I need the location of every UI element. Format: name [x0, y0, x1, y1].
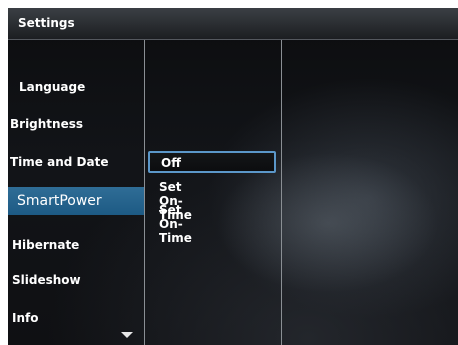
menu-item-label: Hibernate — [12, 238, 80, 252]
menu-item-label: SmartPower — [17, 193, 102, 209]
column-divider — [281, 40, 282, 345]
menu-item-language[interactable]: Language — [8, 75, 144, 99]
settings-menu: Language Brightness Time and Date SmartP… — [8, 40, 144, 345]
page-title: Settings — [18, 16, 75, 30]
option-label: Off — [161, 156, 181, 170]
option-off[interactable]: Off — [148, 151, 276, 173]
menu-item-label: Language — [19, 80, 86, 94]
title-bar: Settings — [8, 8, 458, 40]
column-divider — [144, 40, 145, 345]
menu-item-info[interactable]: Info — [8, 306, 144, 330]
menu-item-brightness[interactable]: Brightness — [8, 112, 144, 136]
settings-screen: Settings Language Brightness Time and Da… — [8, 8, 458, 345]
menu-item-label: Brightness — [10, 117, 84, 131]
menu-item-slideshow[interactable]: Slideshow — [8, 268, 144, 292]
option-label: Set On-Time — [159, 203, 192, 245]
menu-item-smartpower[interactable]: SmartPower — [8, 187, 144, 215]
smartpower-options: Off Set On-Time Set On-Time — [146, 40, 280, 345]
chevron-down-icon[interactable] — [121, 332, 133, 338]
menu-item-label: Time and Date — [10, 155, 109, 169]
menu-item-time-and-date[interactable]: Time and Date — [8, 150, 144, 174]
menu-item-hibernate[interactable]: Hibernate — [8, 233, 144, 257]
menu-item-label: Info — [12, 311, 39, 325]
menu-item-label: Slideshow — [12, 273, 81, 287]
